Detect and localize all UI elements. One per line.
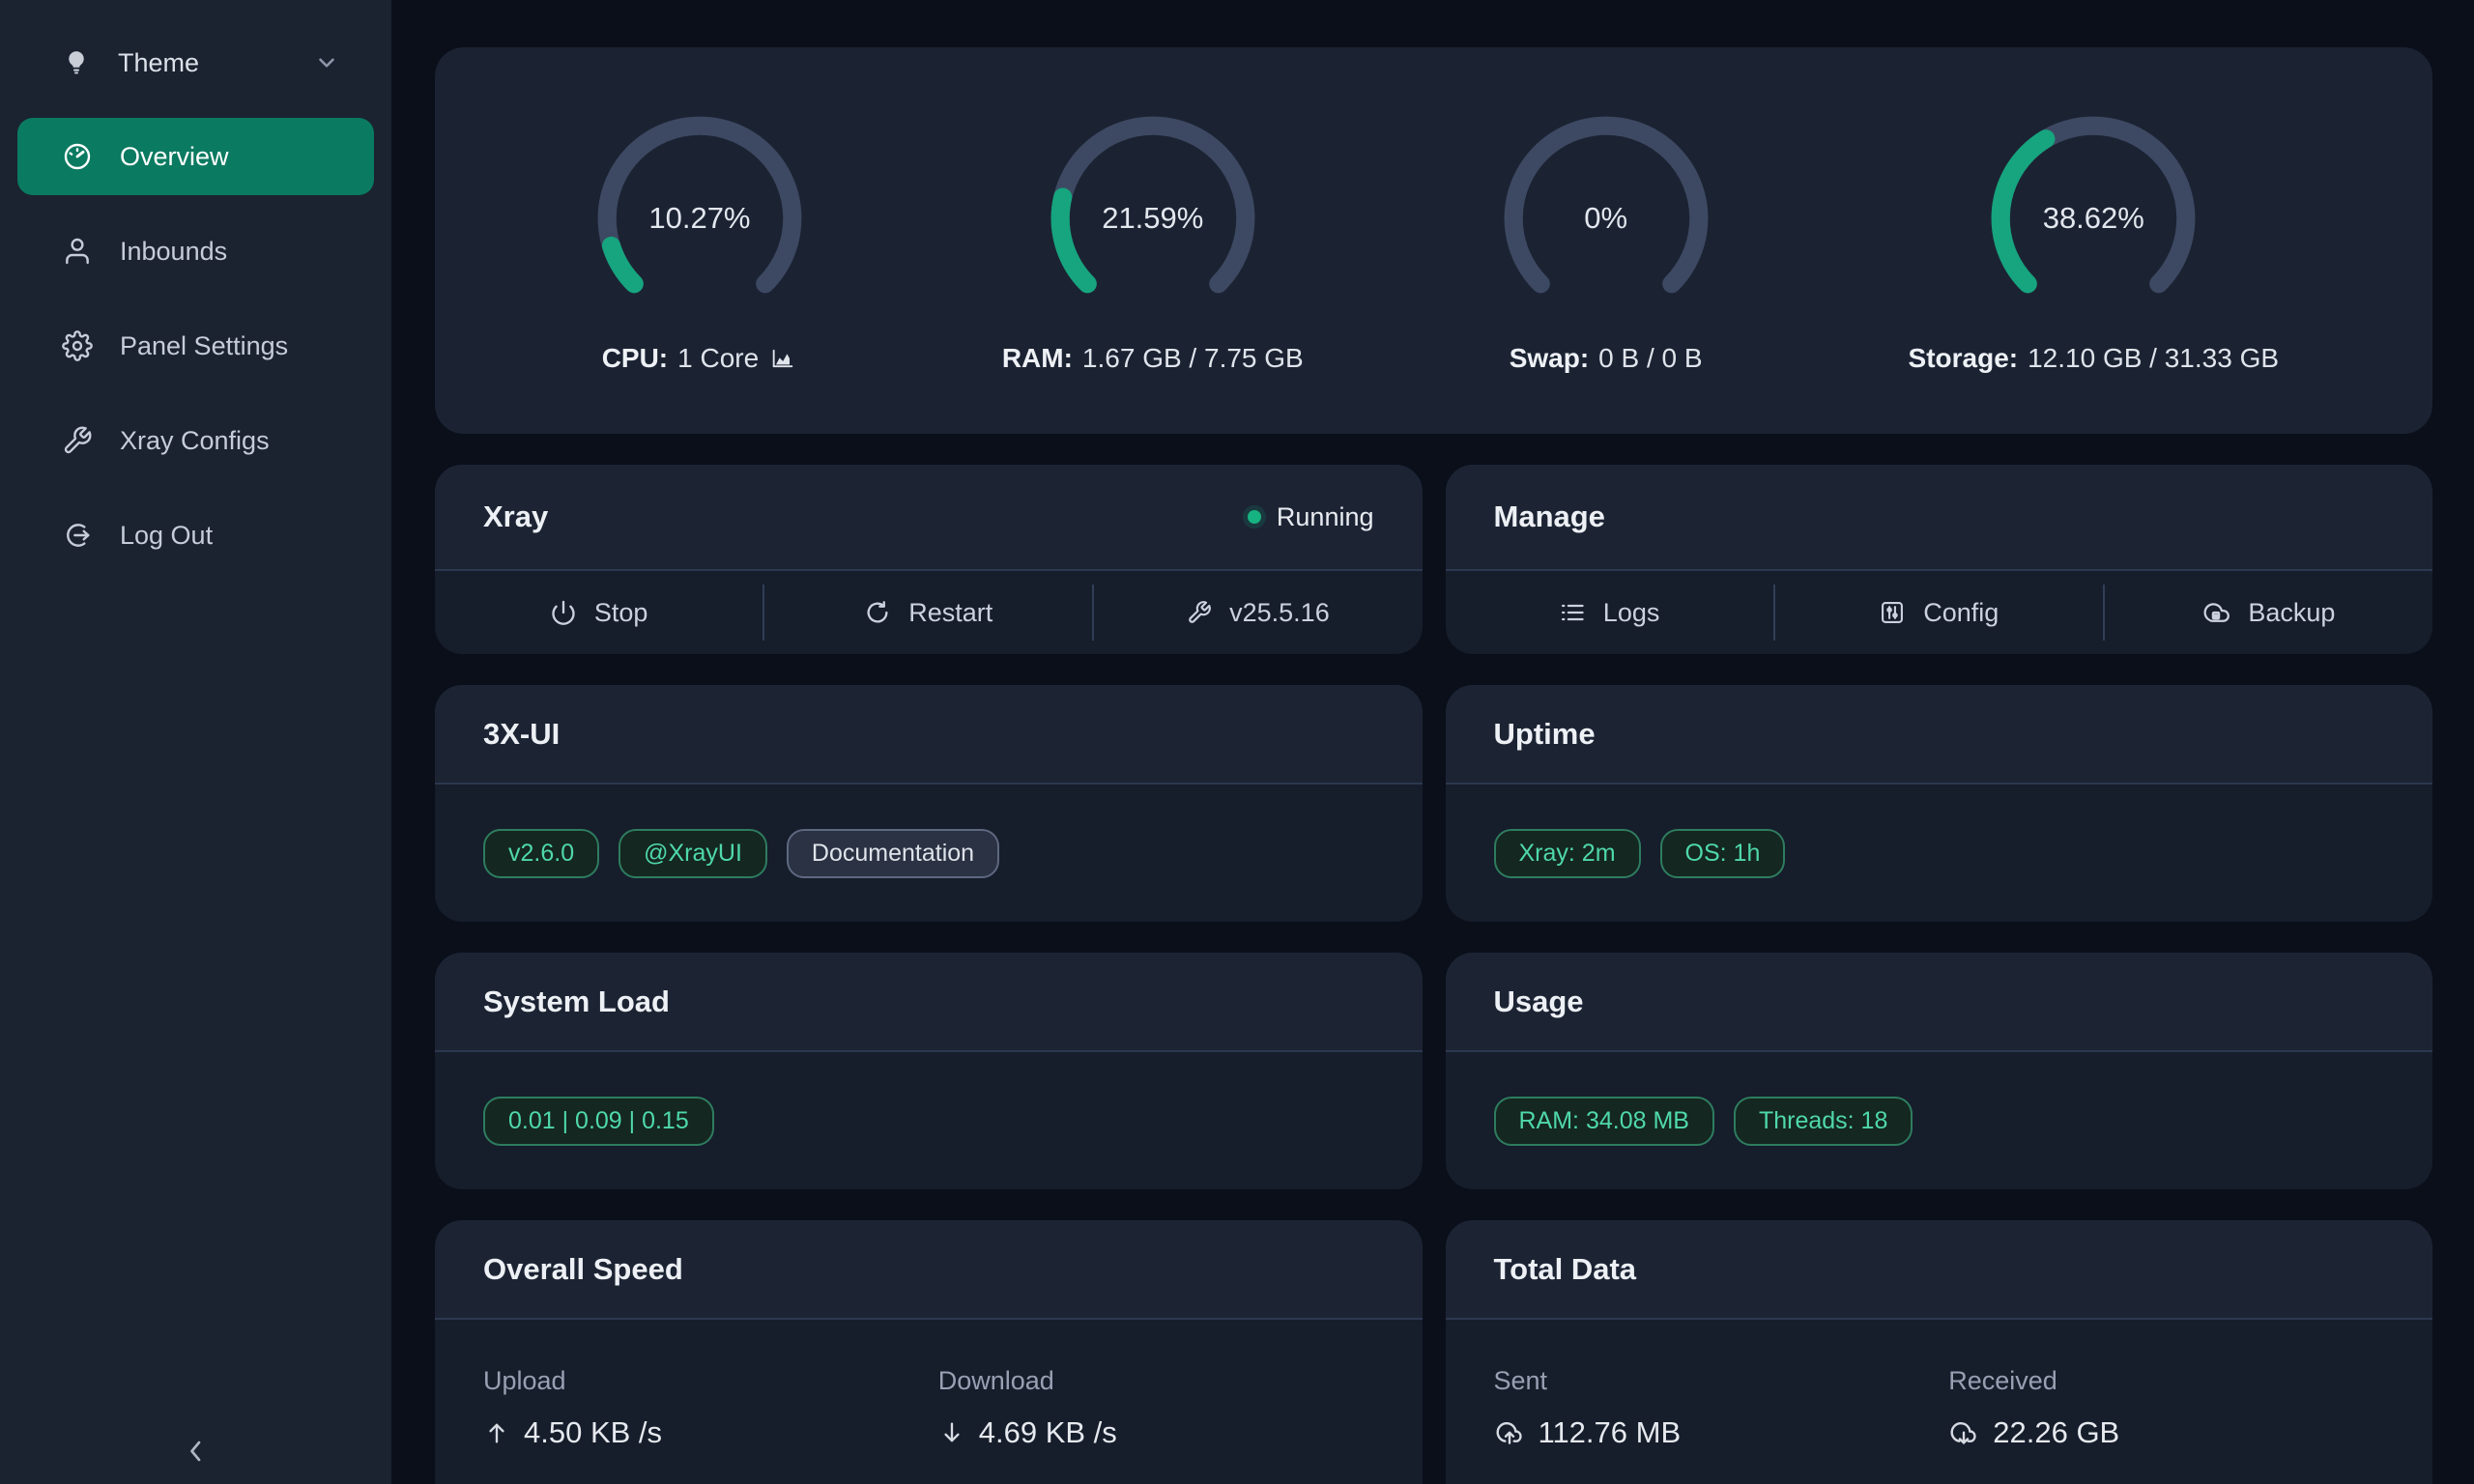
cloud-save-icon [2201,598,2230,627]
xray-uptime-badge: Xray: 2m [1494,829,1641,878]
sidebar-nav: Overview Inbounds Panel Settings [0,118,391,574]
sidebar-item-panel-settings[interactable]: Panel Settings [17,307,374,385]
xui-card-title: 3X-UI [483,717,560,752]
upload-value: 4.50 KB /s [524,1415,662,1450]
download-value: 4.69 KB /s [979,1415,1117,1450]
sidebar: Theme Overview [0,0,391,1484]
backup-button[interactable]: Backup [2105,571,2432,654]
stop-button[interactable]: Stop [435,571,762,654]
ram-caption: RAM: 1.67 GB / 7.75 GB [1002,343,1304,374]
xray-status: Running [1248,502,1374,532]
uptime-card-title: Uptime [1494,717,1596,752]
sent-value: 112.76 MB [1539,1415,1682,1450]
chevron-left-icon [179,1434,214,1469]
system-stats-card: 10.27% CPU: 1 Core [435,47,2432,434]
speedometer-icon [62,141,93,172]
cloud-upload-icon [1494,1417,1525,1448]
wrench-icon [1187,600,1212,625]
config-button[interactable]: Config [1775,571,2103,654]
power-icon [550,599,577,626]
arrow-up-icon [483,1419,510,1446]
sidebar-item-overview[interactable]: Overview [17,118,374,195]
sidebar-item-label: Inbounds [120,237,227,267]
uptime-card: Uptime Xray: 2m OS: 1h [1446,685,2433,922]
os-uptime-badge: OS: 1h [1660,829,1786,878]
documentation-link-tag[interactable]: Documentation [787,829,999,878]
user-icon [62,236,93,267]
storage-percent: 38.62% [1982,107,2204,329]
arrow-down-icon [938,1419,965,1446]
xray-version-button[interactable]: v25.5.16 [1094,571,1422,654]
download-metric: Download 4.69 KB /s [938,1366,1374,1450]
system-load-title: System Load [483,985,670,1019]
storage-gauge: 38.62% Storage: 12.10 GB / 31.33 GB [1909,107,2280,374]
total-data-title: Total Data [1494,1252,1637,1287]
theme-label: Theme [118,48,199,78]
sidebar-item-label: Panel Settings [120,331,288,361]
manage-card: Manage Logs Config [1446,465,2433,654]
cpu-gauge: 10.27% CPU: 1 Core [589,107,811,374]
running-status-dot [1248,510,1261,524]
restart-button[interactable]: Restart [764,571,1092,654]
download-label: Download [938,1366,1374,1396]
threads-badge: Threads: 18 [1734,1097,1913,1146]
version-tag[interactable]: v2.6.0 [483,829,599,878]
received-metric: Received 22.26 GB [1948,1366,2384,1450]
cpu-caption: CPU: 1 Core [602,343,798,374]
xui-card: 3X-UI v2.6.0 @XrayUI Documentation [435,685,1423,922]
logout-icon [62,520,93,551]
ram-percent: 21.59% [1042,107,1264,329]
overall-speed-title: Overall Speed [483,1252,683,1287]
xray-card-title: Xray [483,499,548,534]
total-data-card: Total Data Sent 112.76 MB Received [1446,1220,2433,1484]
gear-icon [62,330,93,361]
app-root: Theme Overview [0,0,2474,1484]
restart-icon [864,599,891,626]
cpu-percent: 10.27% [589,107,811,329]
chevron-down-icon [314,50,339,75]
usage-card-title: Usage [1494,985,1584,1019]
xray-card: Xray Running Stop [435,465,1423,654]
cloud-download-icon [1948,1417,1979,1448]
theme-selector[interactable]: Theme [17,29,374,97]
sliders-icon [1879,599,1906,626]
storage-caption: Storage: 12.10 GB / 31.33 GB [1909,343,2280,374]
system-load-card: System Load 0.01 | 0.09 | 0.15 [435,953,1423,1189]
received-value: 22.26 GB [1993,1415,2119,1450]
received-label: Received [1948,1366,2384,1396]
swap-caption: Swap: 0 B / 0 B [1510,343,1703,374]
sidebar-collapse-button[interactable] [0,1434,391,1469]
ram-usage-badge: RAM: 34.08 MB [1494,1097,1714,1146]
load-average-badge: 0.01 | 0.09 | 0.15 [483,1097,714,1146]
sent-metric: Sent 112.76 MB [1494,1366,1930,1450]
wrench-icon [62,425,93,456]
overall-speed-card: Overall Speed Upload 4.50 KB /s Downlo [435,1220,1423,1484]
usage-card: Usage RAM: 34.08 MB Threads: 18 [1446,953,2433,1189]
swap-percent: 0% [1495,107,1717,329]
xrayui-link-tag[interactable]: @XrayUI [618,829,767,878]
sent-label: Sent [1494,1366,1930,1396]
sidebar-item-label: Xray Configs [120,426,270,456]
sidebar-item-inbounds[interactable]: Inbounds [17,213,374,290]
ram-gauge: 21.59% RAM: 1.67 GB / 7.75 GB [1002,107,1304,374]
cards-grid: Xray Running Stop [435,465,2432,1484]
sidebar-item-xray-configs[interactable]: Xray Configs [17,402,374,479]
main-content: 10.27% CPU: 1 Core [391,0,2474,1484]
upload-metric: Upload 4.50 KB /s [483,1366,919,1450]
manage-card-title: Manage [1494,499,1605,534]
sidebar-item-logout[interactable]: Log Out [17,497,374,574]
list-icon [1559,599,1586,626]
running-status-label: Running [1277,502,1374,532]
sidebar-item-label: Log Out [120,521,213,551]
logs-button[interactable]: Logs [1446,571,1773,654]
swap-gauge: 0% Swap: 0 B / 0 B [1495,107,1717,374]
upload-label: Upload [483,1366,919,1396]
sidebar-item-label: Overview [120,142,229,172]
lightbulb-icon [62,48,91,77]
area-chart-icon[interactable] [768,345,797,372]
